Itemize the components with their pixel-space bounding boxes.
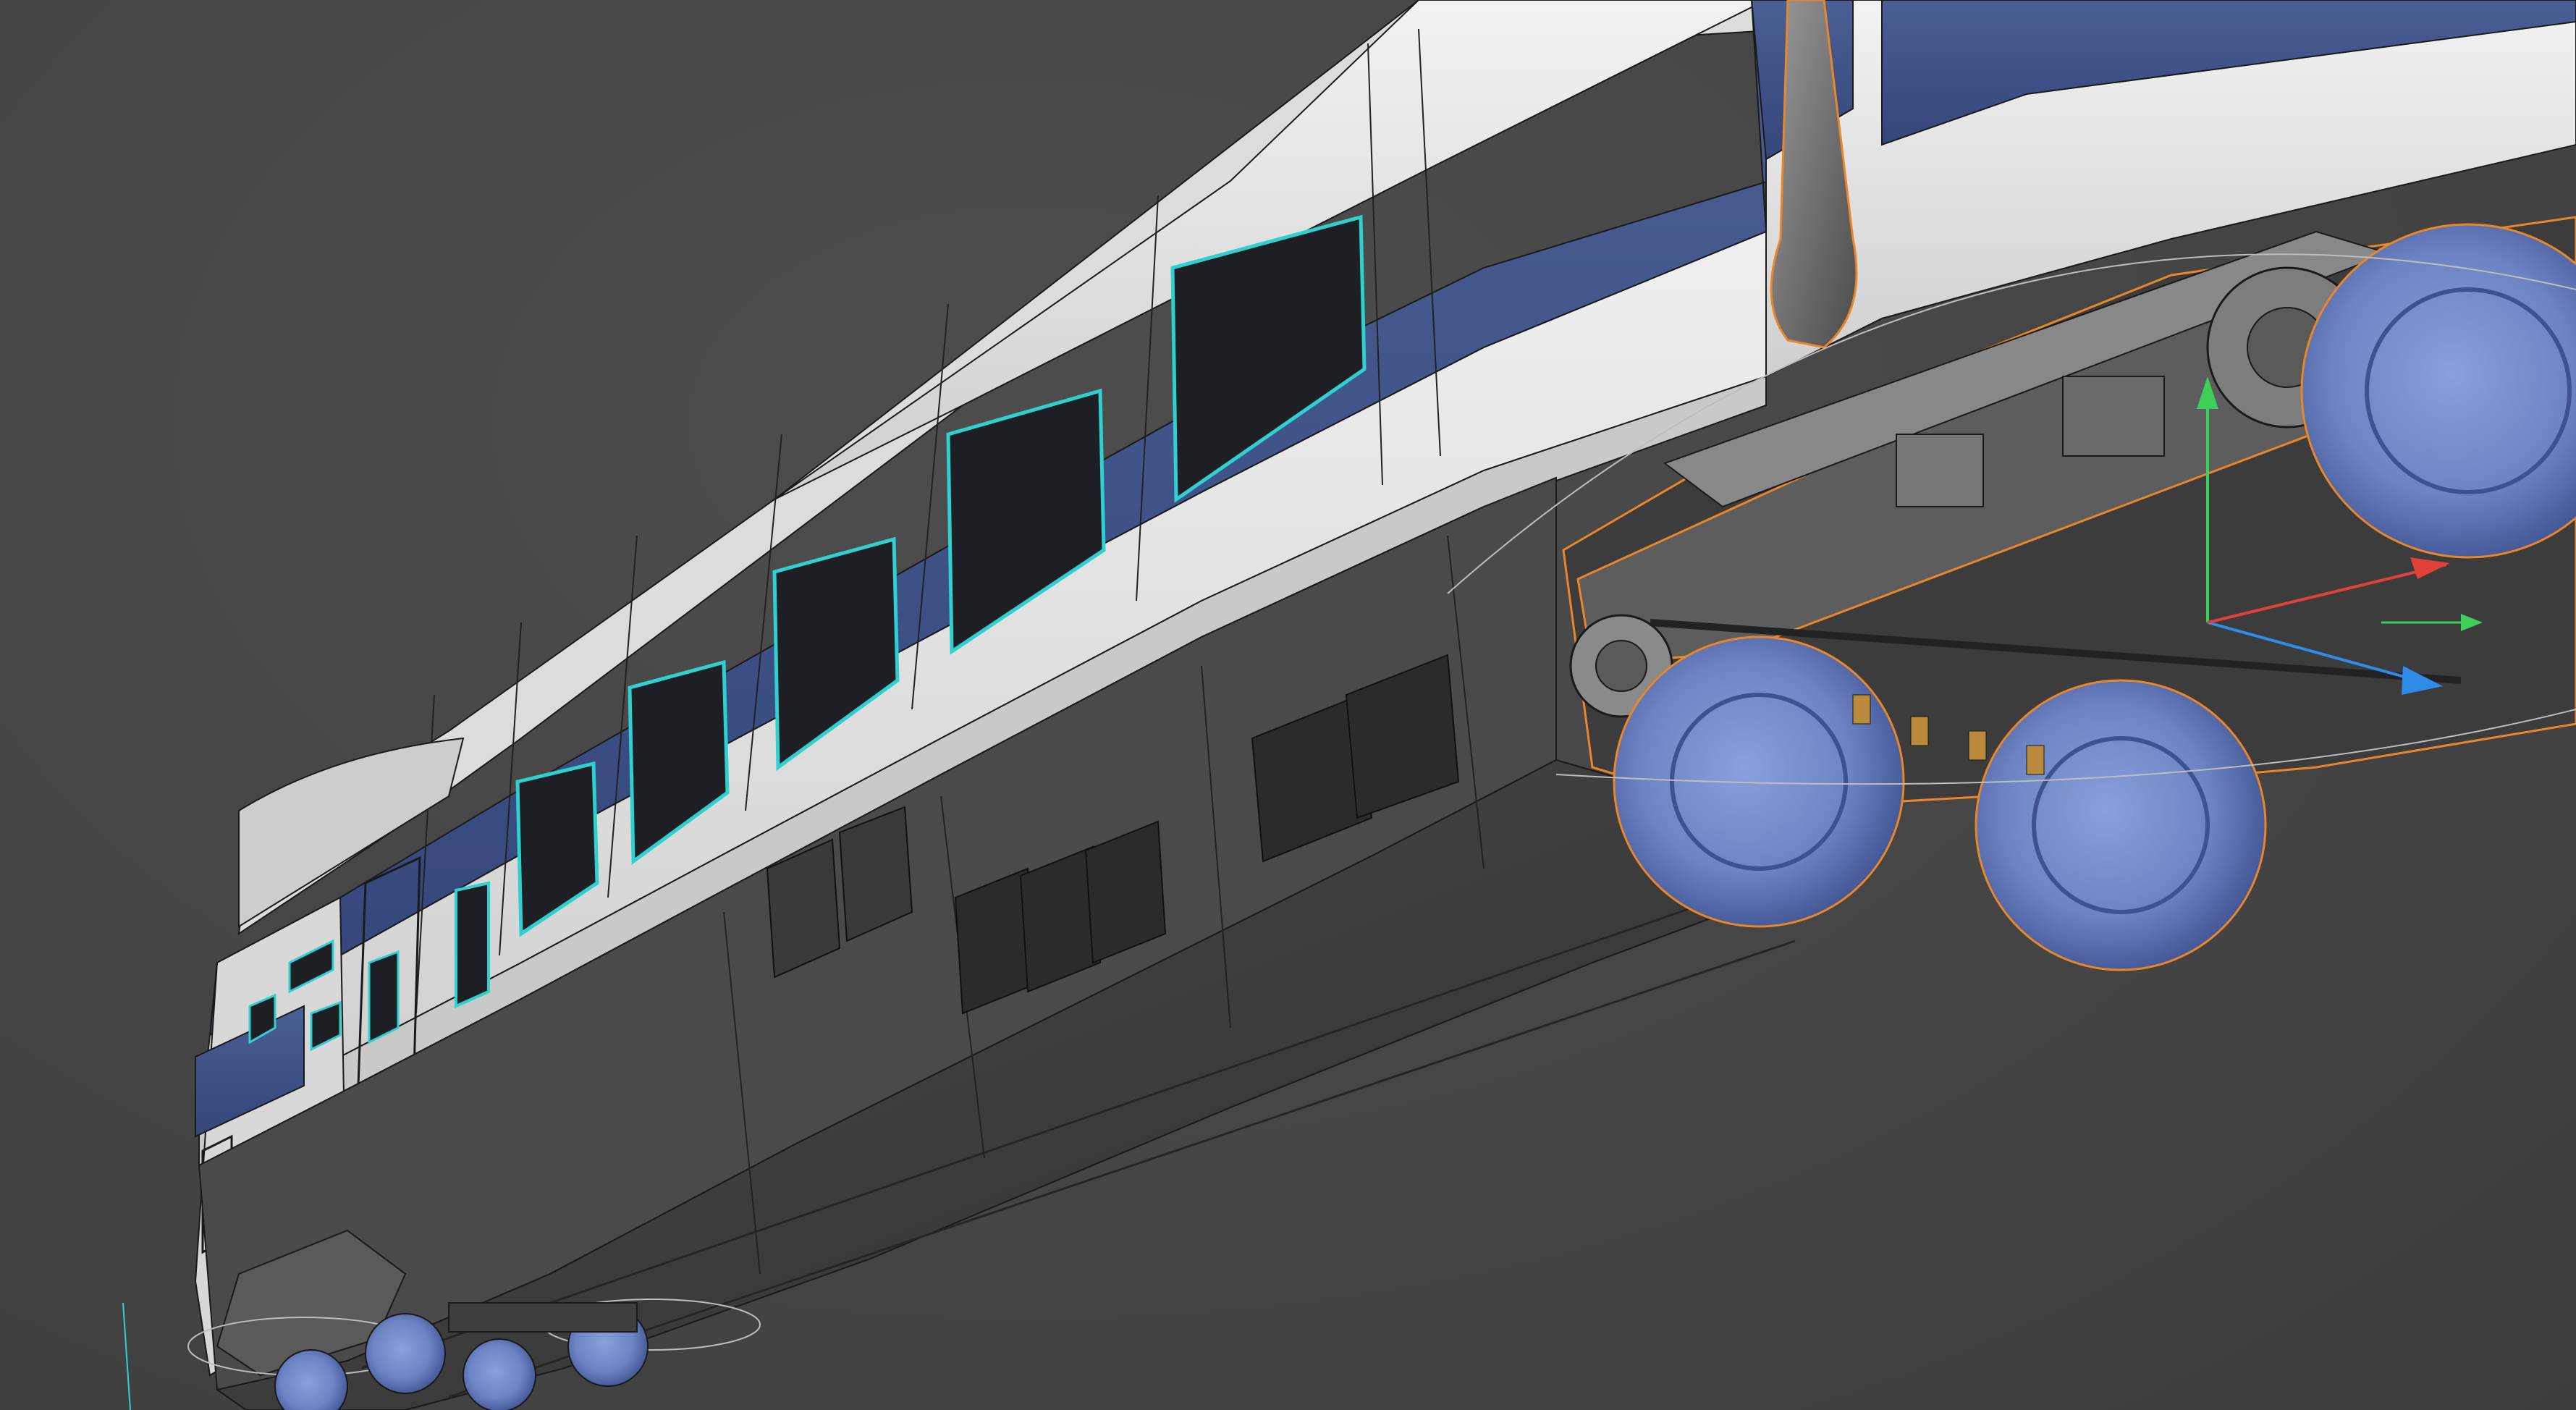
3d-viewport[interactable] [0, 0, 2576, 1410]
bogie-wheel [1613, 636, 1905, 928]
window-6 [455, 881, 490, 1009]
bogie-wheel [1975, 679, 2267, 971]
bogie-wheel [463, 1338, 536, 1410]
pivot-helper-line [122, 1302, 131, 1410]
bogie-wheel [365, 1313, 446, 1394]
